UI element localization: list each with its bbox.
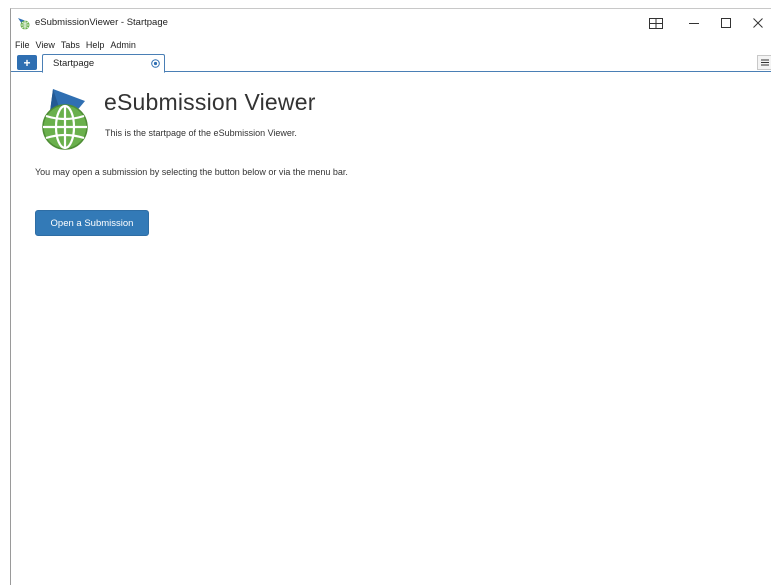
menu-tabs[interactable]: Tabs: [58, 38, 83, 53]
minimize-icon: [689, 23, 699, 24]
menu-help[interactable]: Help: [83, 38, 108, 53]
tab-list-button[interactable]: [757, 55, 771, 70]
tab-strip: + Startpage: [11, 54, 771, 73]
maximize-icon: [721, 18, 731, 28]
add-tab-button[interactable]: +: [17, 55, 37, 70]
instructions-text: You may open a submission by selecting t…: [35, 167, 348, 177]
menu-bar: File View Tabs Help Admin: [11, 38, 139, 53]
app-logo-icon: [18, 18, 30, 30]
open-submission-button[interactable]: Open a Submission: [35, 210, 149, 236]
tab-startpage[interactable]: Startpage: [42, 54, 165, 73]
close-icon: [753, 18, 763, 28]
window-layout-icon: [649, 17, 663, 29]
minimize-button[interactable]: [677, 11, 711, 35]
hamburger-menu-icon: [760, 59, 769, 66]
tab-close-icon[interactable]: [151, 59, 160, 68]
menu-admin[interactable]: Admin: [107, 38, 139, 53]
window-layout-button[interactable]: [639, 11, 673, 35]
window-title: eSubmissionViewer - Startpage: [35, 17, 168, 28]
close-button[interactable]: [741, 11, 771, 35]
esubmission-logo: [42, 89, 88, 150]
page-title: eSubmission Viewer: [104, 89, 316, 115]
application-window: eSubmissionViewer - Startpage File View …: [10, 8, 771, 585]
title-bar: eSubmissionViewer - Startpage: [11, 9, 771, 37]
menu-view[interactable]: View: [33, 38, 58, 53]
tab-label: Startpage: [53, 58, 95, 69]
menu-file[interactable]: File: [11, 38, 33, 53]
maximize-button[interactable]: [709, 11, 743, 35]
page-subtitle: This is the startpage of the eSubmission…: [105, 128, 297, 138]
